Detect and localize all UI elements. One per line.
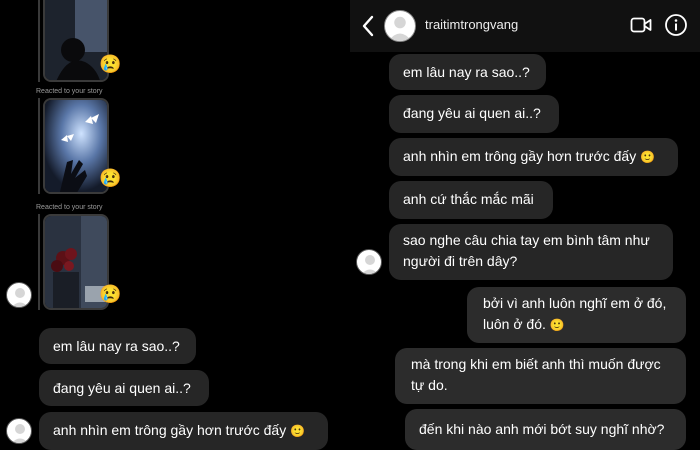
message-text: em lâu nay ra sao..? [53,338,180,354]
message-text: sao nghe câu chia tay em bình tâm như ng… [403,232,650,269]
story-reply-line [38,0,40,82]
sent-message-bubble[interactable]: mà trong khi em biết anh thì muốn được t… [395,348,686,404]
story-reaction-emoji: 😢 [99,54,122,74]
message-bubble[interactable]: anh cứ thắc mắc mãi [389,181,553,219]
chat-username[interactable]: traitimtrongvang [425,17,518,32]
message-text: anh cứ thắc mắc mãi [403,191,534,207]
chat-header: traitimtrongvang [350,0,700,52]
back-icon[interactable] [360,14,376,38]
right-chat-panel: em lâu nay ra sao..? đang yêu ai quen ai… [350,0,700,450]
story-reply-line [38,98,40,194]
info-icon[interactable] [664,13,688,37]
video-call-icon[interactable] [630,15,652,35]
left-chat-panel: 😢 Reacted to your story 😢 Reacted to you… [0,0,350,450]
smile-emoji: 🙂 [549,318,565,332]
story-reaction-emoji: 😢 [99,168,122,188]
message-text: mà trong khi em biết anh thì muốn được t… [411,356,661,393]
message-text: bởi vì anh luôn nghĩ em ở đó, luôn ở đó. [483,295,667,332]
message-text: đang yêu ai quen ai..? [53,380,191,396]
message-bubble[interactable]: em lâu nay ra sao..? [39,328,196,364]
message-text: anh nhìn em trông gầy hơn trước đấy [403,148,637,164]
story-reply-line [38,214,40,310]
smile-emoji: 🙂 [640,150,656,164]
story-reaction-emoji: 😢 [99,284,122,304]
message-text: em lâu nay ra sao..? [403,64,530,80]
message-bubble[interactable]: sao nghe câu chia tay em bình tâm như ng… [389,224,673,280]
story-reply-caption: Reacted to your story [36,88,103,95]
avatar[interactable] [6,418,32,444]
sent-message-bubble[interactable]: đến khi nào anh mới bớt suy nghĩ nhờ? [405,409,686,450]
message-text: đến khi nào anh mới bớt suy nghĩ nhờ? [419,421,665,437]
message-bubble[interactable]: đang yêu ai quen ai..? [389,95,559,133]
story-reply-caption: Reacted to your story [36,204,103,211]
sent-message-bubble[interactable]: bởi vì anh luôn nghĩ em ở đó, luôn ở đó.… [467,287,686,343]
message-bubble[interactable]: em lâu nay ra sao..? [389,54,546,90]
avatar[interactable] [384,10,416,42]
smile-emoji: 🙂 [290,424,306,438]
message-text: anh nhìn em trông gầy hơn trước đấy [53,422,287,438]
message-bubble[interactable]: anh nhìn em trông gầy hơn trước đấy 🙂 [389,138,678,176]
message-bubble[interactable]: đang yêu ai quen ai..? [39,370,209,406]
message-text: đang yêu ai quen ai..? [403,105,541,121]
message-bubble[interactable]: anh nhìn em trông gầy hơn trước đấy 🙂 [39,412,328,450]
avatar[interactable] [6,282,32,308]
avatar[interactable] [356,249,382,275]
